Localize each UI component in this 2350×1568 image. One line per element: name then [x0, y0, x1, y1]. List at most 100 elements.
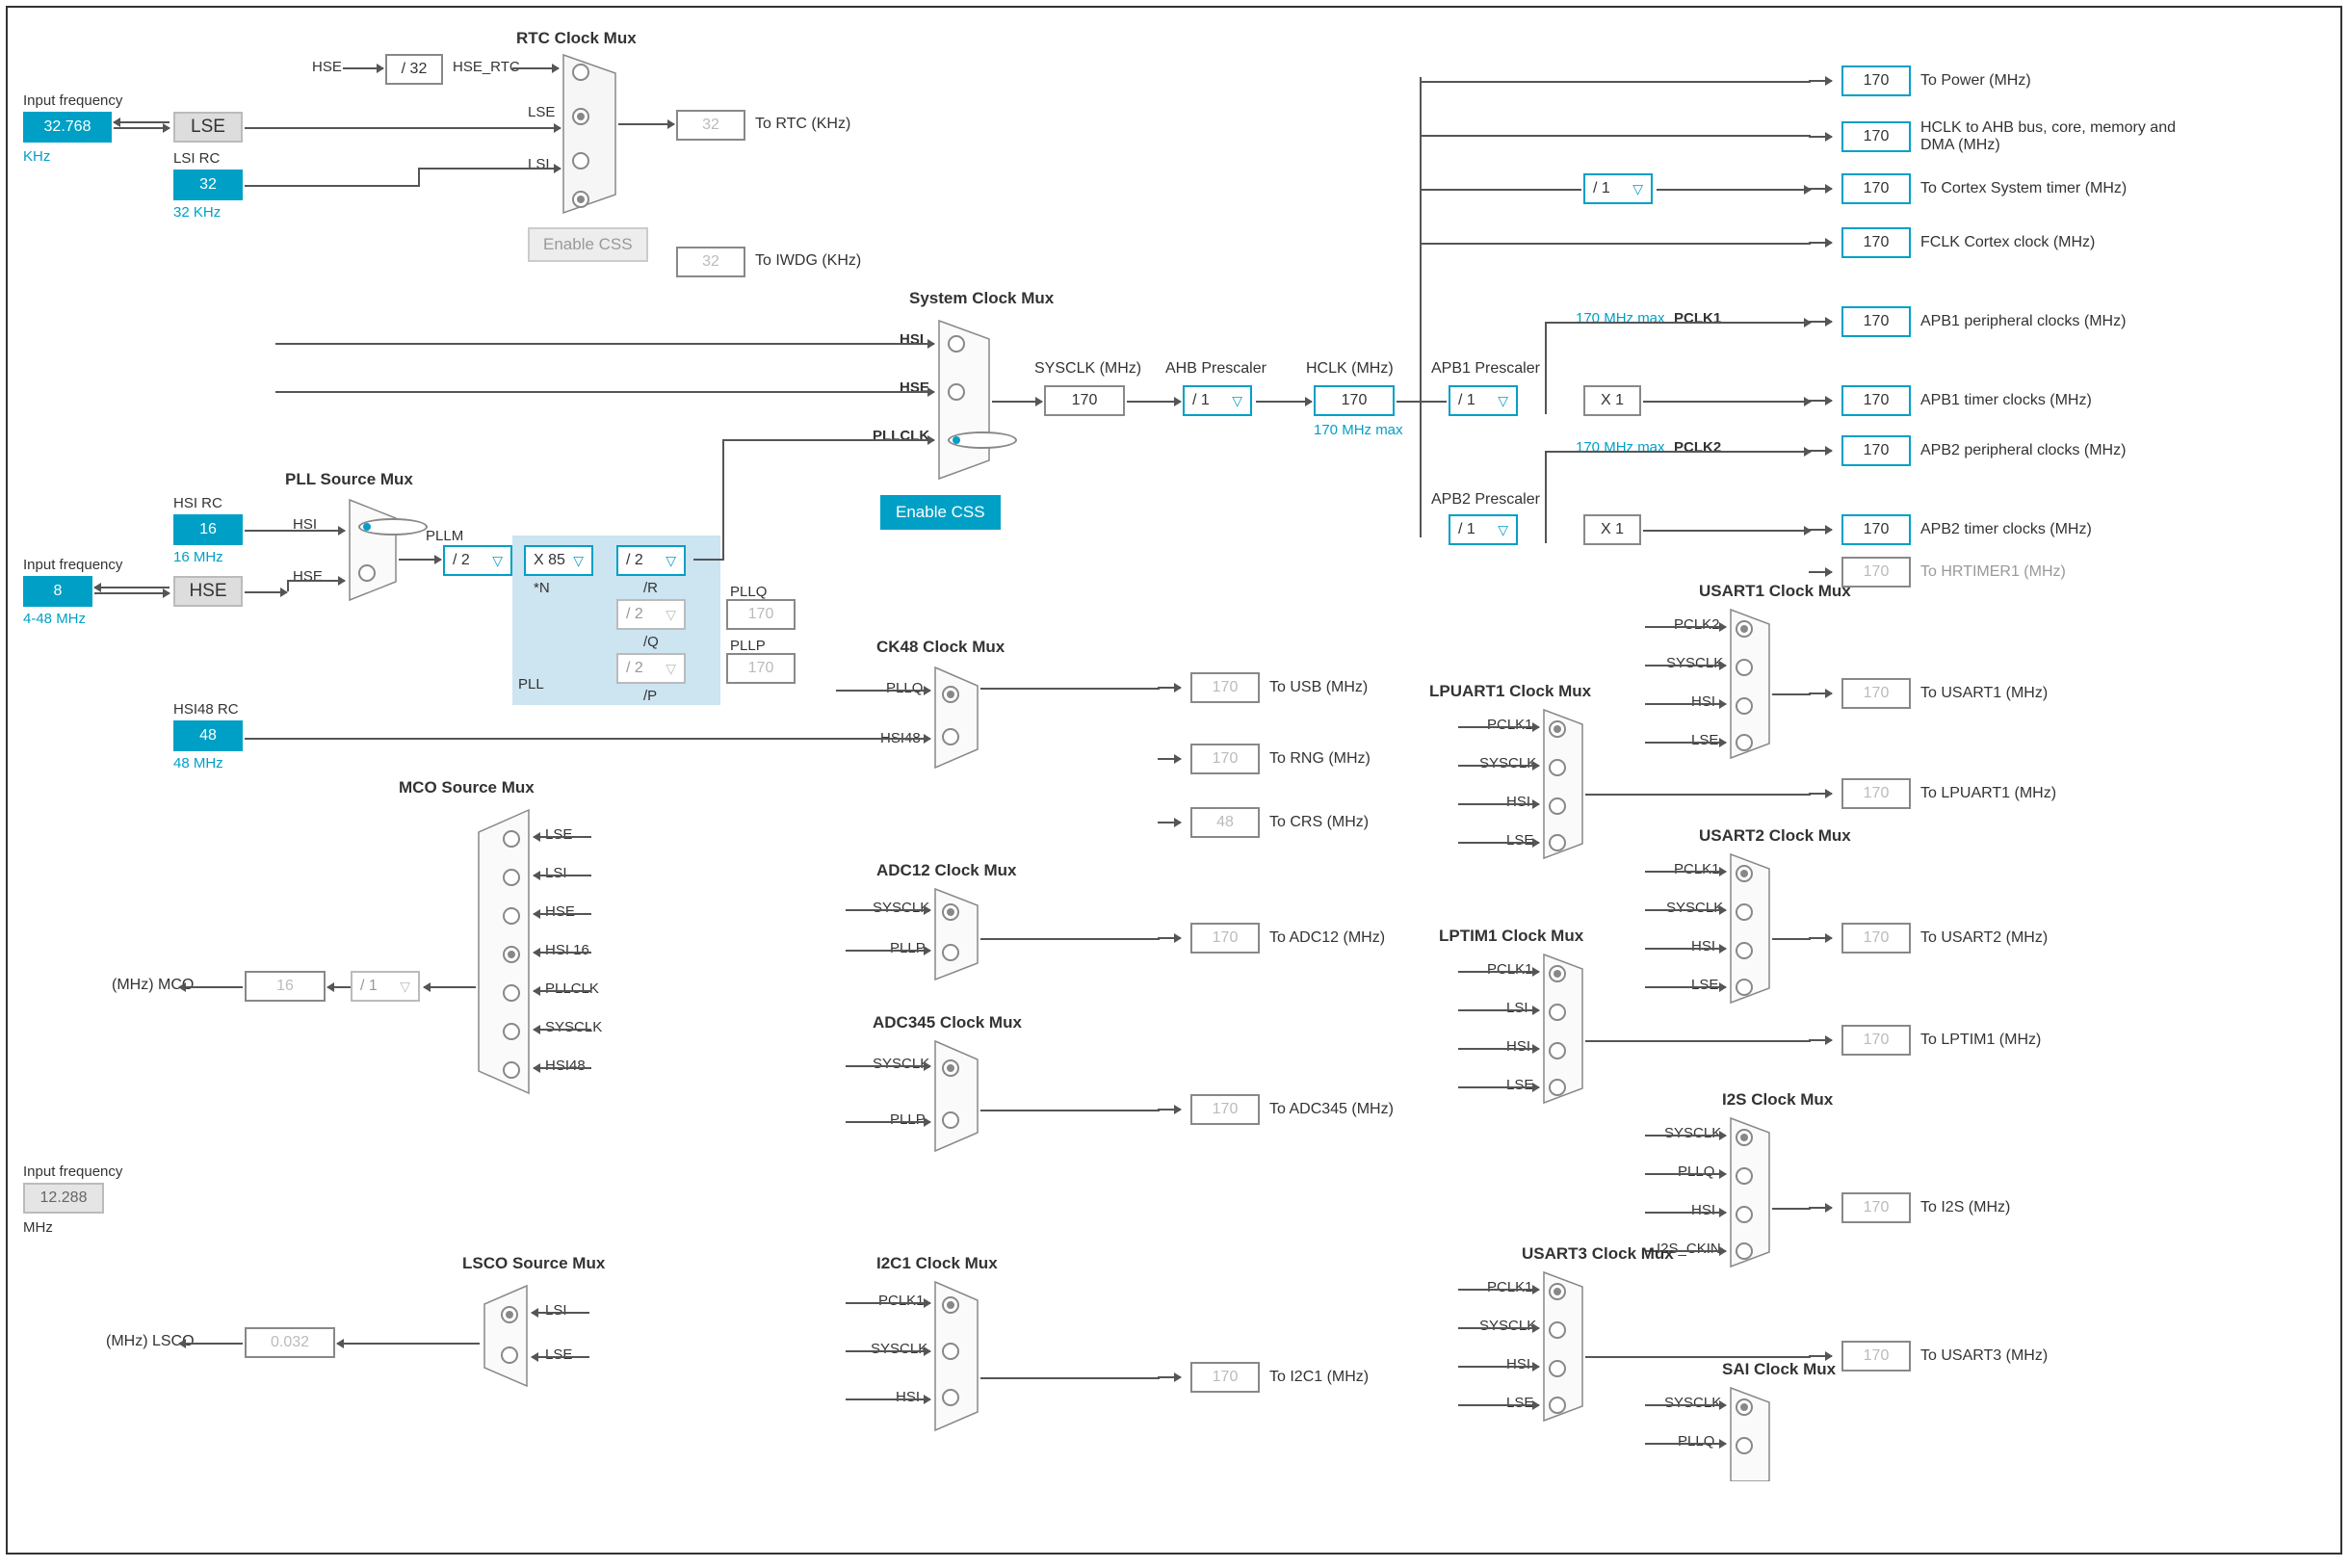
- lptim1-mux[interactable]: [1541, 952, 1585, 1106]
- lptim1-in3: LSE: [1506, 1077, 1533, 1093]
- lsco-in0: LSI: [545, 1302, 567, 1319]
- mco-mux[interactable]: [476, 807, 532, 1096]
- sai-mux[interactable]: [1728, 1385, 1772, 1481]
- pllm-label: PLLM: [426, 528, 463, 544]
- usart2-in0: PCLK1: [1674, 861, 1720, 877]
- out-i2c1: 170 To I2C1 (MHz): [1158, 1362, 1369, 1393]
- out-adc345: 170 To ADC345 (MHz): [1158, 1094, 1394, 1125]
- lpuart1-in0: PCLK1: [1487, 717, 1533, 733]
- i2c1-in1: SYSCLK: [871, 1341, 927, 1357]
- pll-src-mux[interactable]: [347, 497, 399, 603]
- mco-in-2: HSE: [545, 903, 575, 920]
- ck48-mux[interactable]: [932, 665, 980, 771]
- out-usb: 170 To USB (MHz): [1158, 672, 1368, 703]
- ahb-select[interactable]: / 1▽: [1183, 385, 1252, 416]
- lsco-in1: LSE: [545, 1346, 572, 1363]
- sai-in1: PLLQ: [1678, 1433, 1714, 1450]
- usart3-title: USART3 Clock Mux: [1522, 1244, 1674, 1264]
- cortex-div-select[interactable]: / 1▽: [1583, 173, 1653, 204]
- usart3-in3: LSE: [1506, 1395, 1533, 1411]
- pll-region-label: PLL: [518, 676, 544, 693]
- mco-in-3: HSI 16: [545, 942, 589, 958]
- rtc-out-label: To RTC (KHz): [755, 116, 850, 133]
- adc12-title: ADC12 Clock Mux: [876, 861, 1016, 880]
- ck48-title: CK48 Clock Mux: [876, 638, 1005, 657]
- rtc-mux[interactable]: [561, 52, 618, 216]
- usart1-mux[interactable]: [1728, 607, 1772, 761]
- pllm-select[interactable]: / 2▽: [443, 545, 512, 576]
- usart1-in0: PCLK2: [1674, 616, 1720, 633]
- sysclk-enable-css[interactable]: Enable CSS: [880, 495, 1001, 530]
- ck48-in0: PLLQ: [886, 680, 923, 696]
- pllq-out-val: 170: [726, 599, 796, 630]
- apb2-max: 170 MHz max: [1576, 439, 1665, 456]
- usart1-in1: SYSCLK: [1666, 655, 1723, 671]
- usart2-in1: SYSCLK: [1666, 900, 1723, 916]
- sysclk-mux[interactable]: [936, 318, 992, 482]
- hse-freq-input[interactable]: 8: [23, 576, 92, 607]
- hsi48-unit: 48 MHz: [173, 755, 223, 771]
- out-fclk: 170 FCLK Cortex clock (MHz): [1809, 227, 2095, 258]
- mco-div[interactable]: / 1▽: [351, 971, 420, 1002]
- hclk-out-label: HCLK (MHz): [1306, 360, 1394, 378]
- out-usart1: 170 To USART1 (MHz): [1809, 678, 2048, 709]
- usart2-in2: HSI: [1691, 938, 1715, 954]
- rtc-lsi-in: LSI: [528, 156, 550, 172]
- usart3-in0: PCLK1: [1487, 1279, 1533, 1295]
- i2s-mux[interactable]: [1728, 1115, 1772, 1269]
- i2s-title: I2S Clock Mux: [1722, 1090, 1833, 1110]
- out-lptim1: 170 To LPTIM1 (MHz): [1809, 1025, 2041, 1056]
- usart3-mux[interactable]: [1541, 1269, 1585, 1424]
- adc12-in1: PLLP: [890, 940, 926, 956]
- hclk-out: 170: [1314, 385, 1395, 416]
- pllp-label: /P: [643, 688, 657, 704]
- out-apb2-periph: 170 APB2 peripheral clocks (MHz): [1809, 435, 2126, 466]
- rtc-hse-rtc: HSE_RTC: [453, 59, 520, 75]
- usart3-in1: SYSCLK: [1479, 1318, 1536, 1334]
- lsi-value: 32: [173, 170, 243, 200]
- lpuart1-mux[interactable]: [1541, 707, 1585, 861]
- lptim1-in1: LSI: [1506, 1000, 1528, 1016]
- plln-select[interactable]: X 85▽: [524, 545, 593, 576]
- hsi-value: 16: [173, 514, 243, 545]
- hsi-label: HSI RC: [173, 495, 222, 511]
- pllp-out-val: 170: [726, 653, 796, 684]
- mco-in-6: HSI48: [545, 1058, 586, 1074]
- out-apb1-periph: 170 APB1 peripheral clocks (MHz): [1809, 306, 2126, 337]
- plln-label: *N: [534, 580, 550, 596]
- usart2-mux[interactable]: [1728, 851, 1772, 1006]
- out-power: 170 To Power (MHz): [1809, 65, 2031, 96]
- apb2-select[interactable]: / 1▽: [1449, 514, 1518, 545]
- lsi-unit: 32 KHz: [173, 204, 221, 221]
- lsco-mux[interactable]: [482, 1283, 530, 1389]
- i2sckin-input[interactable]: 12.288: [23, 1183, 104, 1214]
- iwdg-out-val: 32: [676, 247, 745, 277]
- apb2-mult: X 1: [1583, 514, 1641, 545]
- out-usart2: 170 To USART2 (MHz): [1809, 923, 2048, 954]
- mco-in-1: LSI: [545, 865, 567, 881]
- hse-unit: 4-48 MHz: [23, 611, 86, 627]
- lse-freq-input[interactable]: 32.768: [23, 112, 112, 143]
- pllp-select[interactable]: / 2▽: [616, 653, 686, 684]
- usart2-in3: LSE: [1691, 977, 1718, 993]
- clock-tree-canvas: Input frequency 32.768 KHz LSE LSI RC 32…: [6, 6, 2342, 1555]
- rtc-enable-css[interactable]: Enable CSS: [528, 227, 648, 262]
- rtc-hse-line: HSE: [312, 59, 342, 75]
- pll-src-hse: HSE: [293, 568, 323, 585]
- pllq-select[interactable]: / 2▽: [616, 599, 686, 630]
- sysclk-out: 170: [1044, 385, 1125, 416]
- i2c1-mux[interactable]: [932, 1279, 980, 1433]
- mco-val: 16: [245, 971, 326, 1002]
- lse-input-label: Input frequency: [23, 92, 122, 109]
- hse-input-label: Input frequency: [23, 557, 122, 573]
- adc12-mux[interactable]: [932, 886, 980, 982]
- rtc-mux-title: RTC Clock Mux: [516, 29, 637, 48]
- adc345-mux[interactable]: [932, 1038, 980, 1154]
- pllr-select[interactable]: / 2▽: [616, 545, 686, 576]
- usart2-title: USART2 Clock Mux: [1699, 826, 1851, 846]
- apb1-select[interactable]: / 1▽: [1449, 385, 1518, 416]
- lpuart1-in2: HSI: [1506, 794, 1530, 810]
- usart1-title: USART1 Clock Mux: [1699, 582, 1851, 601]
- lpuart1-in3: LSE: [1506, 832, 1533, 849]
- apb1-max: 170 MHz max: [1576, 310, 1665, 327]
